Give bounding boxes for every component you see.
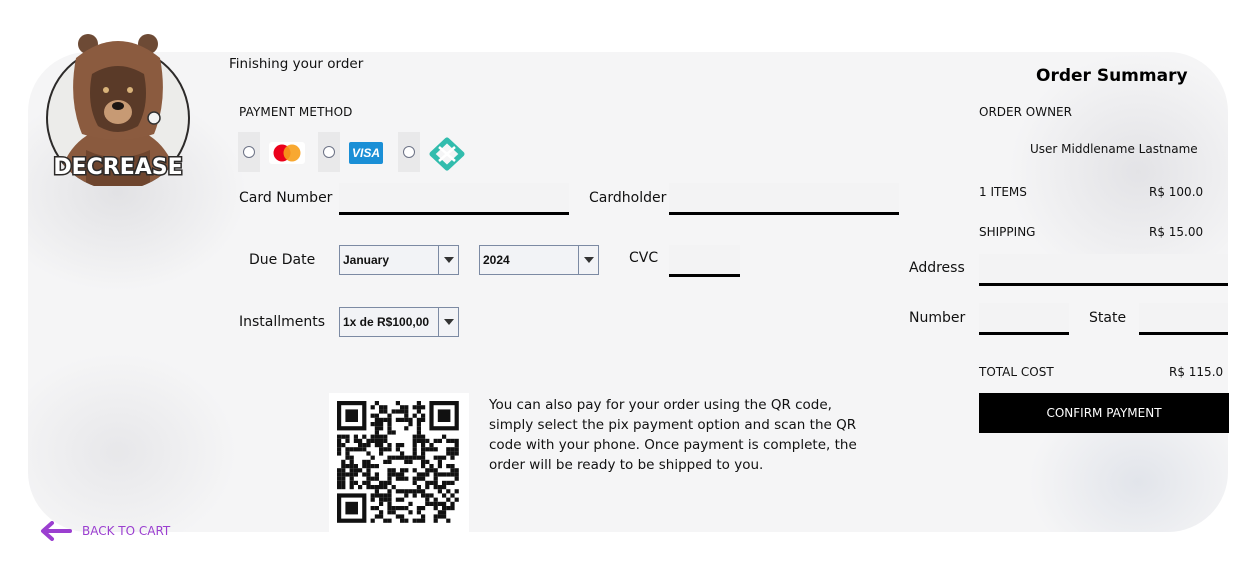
address-input[interactable] — [979, 254, 1228, 286]
mastercard-icon[interactable] — [269, 142, 305, 164]
pix-icon[interactable] — [429, 137, 465, 171]
card-number-label: Card Number — [239, 190, 333, 206]
background-decor — [28, 352, 238, 532]
back-to-cart-label: BACK TO CART — [82, 524, 171, 538]
payment-option-visa[interactable] — [318, 132, 340, 172]
number-input[interactable] — [979, 303, 1069, 335]
installments-label: Installments — [239, 314, 326, 330]
payment-option-pix[interactable] — [398, 132, 420, 172]
cvc-label: CVC — [629, 250, 659, 266]
due-date-label: Due Date — [249, 252, 316, 268]
chevron-down-icon[interactable] — [438, 246, 458, 274]
bear-logo-icon: DECREASE — [46, 34, 190, 190]
order-owner-label: ORDER OWNER — [979, 105, 1072, 119]
logo-text: DECREASE — [53, 155, 182, 180]
radio-visa[interactable] — [323, 146, 335, 158]
page-heading: Finishing your order — [229, 56, 364, 72]
radio-pix[interactable] — [403, 146, 415, 158]
visa-badge-text: VISA — [351, 146, 380, 160]
total-cost-label: TOTAL COST — [979, 365, 1054, 379]
items-value: R$ 100.0 — [1149, 185, 1204, 199]
pix-qr-code — [329, 393, 469, 533]
year-select[interactable]: 2024 — [479, 245, 599, 275]
checkout-page: DECREASE Finishing your order PAYMENT ME… — [0, 0, 1256, 586]
shipping-label: SHIPPING — [979, 225, 1036, 239]
qr-code-icon — [337, 401, 459, 523]
total-cost-value: R$ 115.0 — [1169, 365, 1224, 379]
order-owner-name: User Middlename Lastname — [1030, 142, 1198, 156]
cardholder-input[interactable] — [669, 183, 899, 215]
brand-logo[interactable]: DECREASE — [46, 30, 192, 190]
cardholder-label: Cardholder — [589, 190, 667, 206]
state-input[interactable] — [1139, 303, 1228, 335]
chevron-down-icon[interactable] — [578, 246, 598, 274]
order-summary-title: Order Summary — [1036, 66, 1188, 86]
arrow-left-icon — [41, 521, 72, 541]
confirm-payment-button[interactable]: CONFIRM PAYMENT — [979, 393, 1229, 433]
month-select-value: January — [343, 253, 390, 267]
payment-method-label: PAYMENT METHOD — [239, 105, 353, 119]
back-to-cart-link[interactable]: BACK TO CART — [40, 520, 170, 542]
qr-instructions: You can also pay for your order using th… — [489, 397, 857, 473]
year-select-value: 2024 — [483, 253, 510, 267]
cvc-input[interactable] — [669, 245, 740, 277]
chevron-down-icon[interactable] — [438, 308, 458, 336]
state-label: State — [1089, 310, 1127, 326]
number-label: Number — [909, 310, 966, 326]
radio-mastercard[interactable] — [243, 146, 255, 158]
card-number-input[interactable] — [339, 183, 569, 215]
visa-icon[interactable]: VISA — [349, 142, 383, 164]
address-label: Address — [909, 260, 965, 276]
month-select[interactable]: January — [339, 245, 459, 275]
installments-select-value: 1x de R$100,00 — [343, 315, 430, 329]
items-label: 1 ITEMS — [979, 185, 1027, 199]
payment-option-mastercard[interactable] — [238, 132, 260, 172]
installments-select[interactable]: 1x de R$100,00 — [339, 307, 459, 337]
shipping-value: R$ 15.00 — [1149, 225, 1204, 239]
